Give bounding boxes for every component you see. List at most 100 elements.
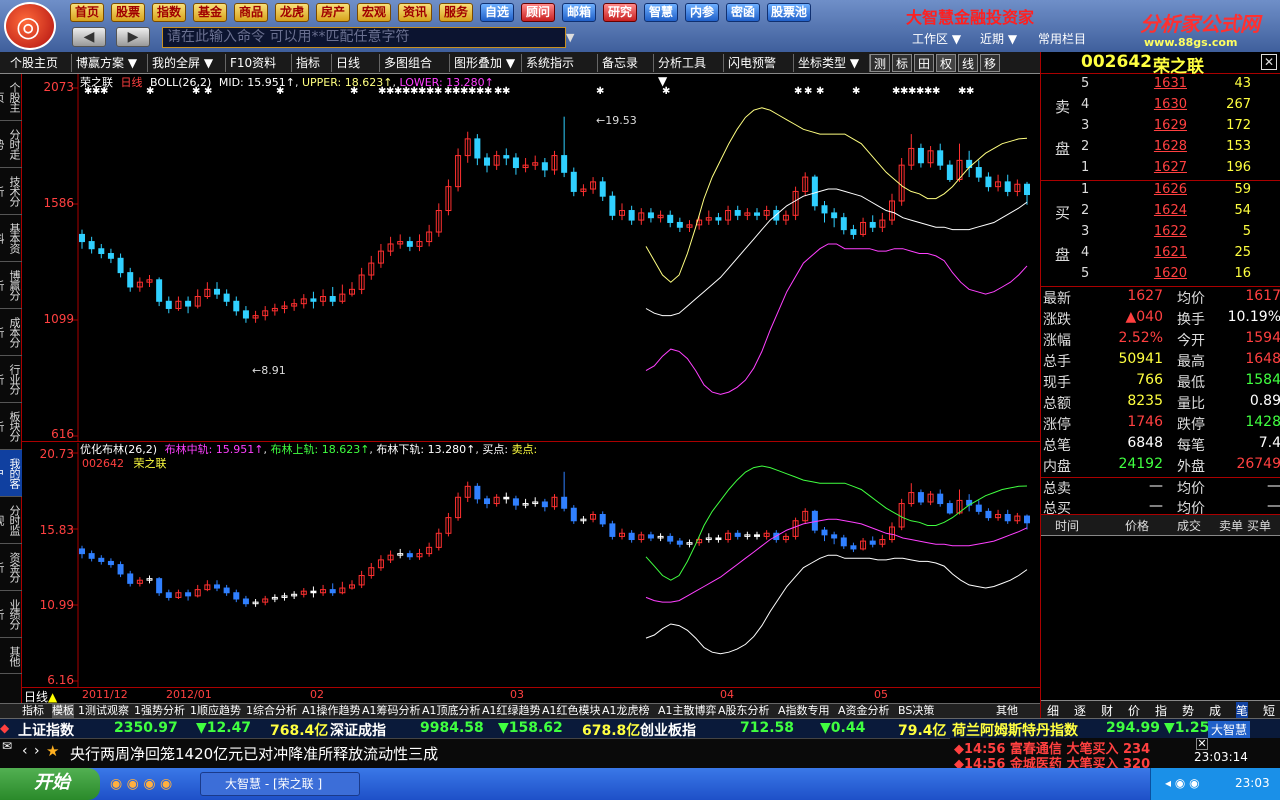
- common-menu[interactable]: 常用栏目: [1038, 30, 1086, 47]
- nav-button-9[interactable]: 服务: [439, 3, 473, 22]
- quote-tab-3[interactable]: 价: [1128, 702, 1140, 719]
- app-logo-icon[interactable]: ◎: [4, 2, 56, 50]
- tray-icons[interactable]: ◂ ◉ ◉: [1165, 776, 1200, 790]
- template-tab-16[interactable]: BS决策: [898, 704, 934, 718]
- template-tab-9[interactable]: A1红绿趋势: [482, 704, 541, 718]
- toolbar-item-6[interactable]: 多图组合: [380, 54, 450, 72]
- side-tab-4[interactable]: 博赢分析: [0, 262, 22, 309]
- forward-button[interactable]: ▶: [116, 27, 150, 47]
- sz-name[interactable]: 深证成指: [330, 720, 386, 740]
- side-tab-10[interactable]: 资金分析: [0, 544, 22, 591]
- nav-button-11[interactable]: 顾问: [521, 3, 555, 22]
- sh-name[interactable]: 上证指数: [18, 720, 74, 740]
- recent-menu[interactable]: 近期 ▼: [980, 30, 1017, 47]
- side-tab-8[interactable]: 我的客户: [0, 450, 22, 497]
- nav-button-4[interactable]: 商品: [234, 3, 268, 22]
- nav-button-17[interactable]: 股票池: [767, 3, 811, 22]
- side-tab-2[interactable]: 技术分析: [0, 168, 22, 215]
- command-dropdown-icon[interactable]: ▼: [566, 27, 580, 48]
- nav-button-15[interactable]: 内参: [685, 3, 719, 22]
- template-tab-10[interactable]: A1红色模块: [542, 704, 601, 718]
- nav-button-10[interactable]: 自选: [480, 3, 514, 22]
- template-tab-13[interactable]: A股东分析: [718, 704, 770, 718]
- template-tab-0[interactable]: 指标: [22, 704, 44, 718]
- toolbar-item-2[interactable]: 我的全屏 ▼: [148, 54, 226, 72]
- toolbar-item-13[interactable]: 测: [870, 54, 890, 72]
- side-tab-7[interactable]: 板块分析: [0, 403, 22, 450]
- template-tab-12[interactable]: A1主散博弈: [658, 704, 717, 718]
- side-tab-11[interactable]: 业绩分析: [0, 591, 22, 638]
- nav-button-16[interactable]: 密函: [726, 3, 760, 22]
- nav-button-2[interactable]: 指数: [152, 3, 186, 22]
- toolbar-item-1[interactable]: 博赢方案 ▼: [72, 54, 148, 72]
- workspace-menu[interactable]: 工作区 ▼: [912, 30, 961, 47]
- toolbar-item-3[interactable]: F10资料: [226, 54, 292, 72]
- nav-button-5[interactable]: 龙虎: [275, 3, 309, 22]
- template-tab-1[interactable]: 模板: [52, 704, 74, 718]
- quote-tab-5[interactable]: 势: [1182, 702, 1194, 719]
- trade-col-header[interactable]: 卖单: [1219, 517, 1243, 534]
- nav-button-6[interactable]: 房产: [316, 3, 350, 22]
- ask-row[interactable]: 5 1631 43: [1041, 76, 1280, 97]
- close-icon[interactable]: ✕: [1261, 54, 1277, 70]
- side-tab-6[interactable]: 行业分析: [0, 356, 22, 403]
- kline-chart[interactable]: ✱ ✱ ✱ ✱ ✱ ✱ ✱ ✱ ✱ ✱ ✱ ✱ ✱ ✱ ✱ ✱ ✱ ✱ ✱ ✱ ✱ ✱ ✱ ✱ ✱ ✱ ✱ ✱ ✱ ✱ ✱ ✱ ✱ ✱ ✱ ✱ ✱ ✱ 荣…: [22, 74, 1040, 442]
- ext-name[interactable]: 荷兰阿姆斯特丹指数: [952, 720, 1078, 740]
- ask-row[interactable]: 1 1627 196: [1041, 160, 1280, 181]
- quote-tab-1[interactable]: 逐: [1074, 702, 1086, 719]
- toolbar-item-18[interactable]: 移: [980, 54, 1000, 72]
- template-tab-17[interactable]: 其他: [996, 704, 1018, 718]
- back-button[interactable]: ◀: [72, 27, 106, 47]
- side-tab-9[interactable]: 分时监视: [0, 497, 22, 544]
- toolbar-item-11[interactable]: 闪电预警: [724, 54, 794, 72]
- side-tab-1[interactable]: 分时走势: [0, 121, 22, 168]
- nav-button-14[interactable]: 智慧: [644, 3, 678, 22]
- alert-icon[interactable]: ◆: [0, 721, 14, 735]
- side-tab-5[interactable]: 成本分析: [0, 309, 22, 356]
- toolbar-item-8[interactable]: 系统指示: [522, 54, 598, 72]
- template-tab-14[interactable]: A指数专用: [778, 704, 830, 718]
- template-tab-7[interactable]: A1筹码分析: [362, 704, 421, 718]
- toolbar-item-7[interactable]: 图形叠加 ▼: [450, 54, 522, 72]
- template-tab-8[interactable]: A1顶底分析: [422, 704, 481, 718]
- bid-row[interactable]: 2 1624 54: [1041, 203, 1280, 224]
- template-tab-3[interactable]: 1强势分析: [134, 704, 185, 718]
- toolbar-item-10[interactable]: 分析工具 ▼: [654, 54, 724, 88]
- toolbar-item-15[interactable]: 田: [914, 54, 934, 72]
- ask-row[interactable]: 4 1630 267: [1041, 97, 1280, 118]
- template-tab-4[interactable]: 1顺应趋势: [190, 704, 241, 718]
- close-alerts-icon[interactable]: ✕: [1196, 738, 1208, 750]
- toolbar-item-5[interactable]: 日线: [332, 54, 380, 72]
- template-tab-15[interactable]: A资金分析: [838, 704, 890, 718]
- nav-button-7[interactable]: 宏观: [357, 3, 391, 22]
- nav-button-12[interactable]: 邮箱: [562, 3, 596, 22]
- quote-tab-0[interactable]: 细: [1047, 702, 1059, 719]
- nav-button-8[interactable]: 资讯: [398, 3, 432, 22]
- quicklaunch-icons[interactable]: ◉ ◉ ◉ ◉: [110, 776, 172, 792]
- news-prev-icon[interactable]: ‹: [22, 743, 28, 759]
- quote-tab-4[interactable]: 指: [1155, 702, 1167, 719]
- side-tab-0[interactable]: 个股主页: [0, 74, 22, 121]
- toolbar-item-4[interactable]: 指标: [292, 54, 332, 72]
- ask-row[interactable]: 3 1629 172: [1041, 118, 1280, 139]
- command-input[interactable]: 请在此输入命令 可以用**匹配任意字符: [162, 27, 566, 48]
- trade-col-header[interactable]: 买单: [1247, 517, 1271, 534]
- nav-button-1[interactable]: 股票: [111, 3, 145, 22]
- cy-name[interactable]: 创业板指: [640, 720, 696, 740]
- template-tab-5[interactable]: 1综合分析: [246, 704, 297, 718]
- quote-tab-7[interactable]: 笔: [1236, 702, 1249, 719]
- nav-button-13[interactable]: 研究: [603, 3, 637, 22]
- toolbar-item-14[interactable]: 标: [892, 54, 912, 72]
- bid-row[interactable]: 4 1621 25: [1041, 245, 1280, 266]
- dzh-badge[interactable]: 大智慧: [1208, 721, 1251, 738]
- bid-row[interactable]: 5 1620 16: [1041, 266, 1280, 287]
- bid-row[interactable]: 3 1622 5: [1041, 224, 1280, 245]
- trade-col-header[interactable]: 价格: [1125, 517, 1149, 534]
- quote-tab-2[interactable]: 财: [1101, 702, 1113, 719]
- start-button[interactable]: 开始: [0, 768, 100, 800]
- trade-col-header[interactable]: 时间: [1055, 517, 1079, 534]
- toolbar-item-12[interactable]: 坐标类型 ▼: [794, 54, 870, 72]
- template-tab-11[interactable]: A1龙虎榜: [602, 704, 650, 718]
- side-tab-3[interactable]: 基本资料: [0, 215, 22, 262]
- mail-icon[interactable]: ✉: [2, 739, 12, 753]
